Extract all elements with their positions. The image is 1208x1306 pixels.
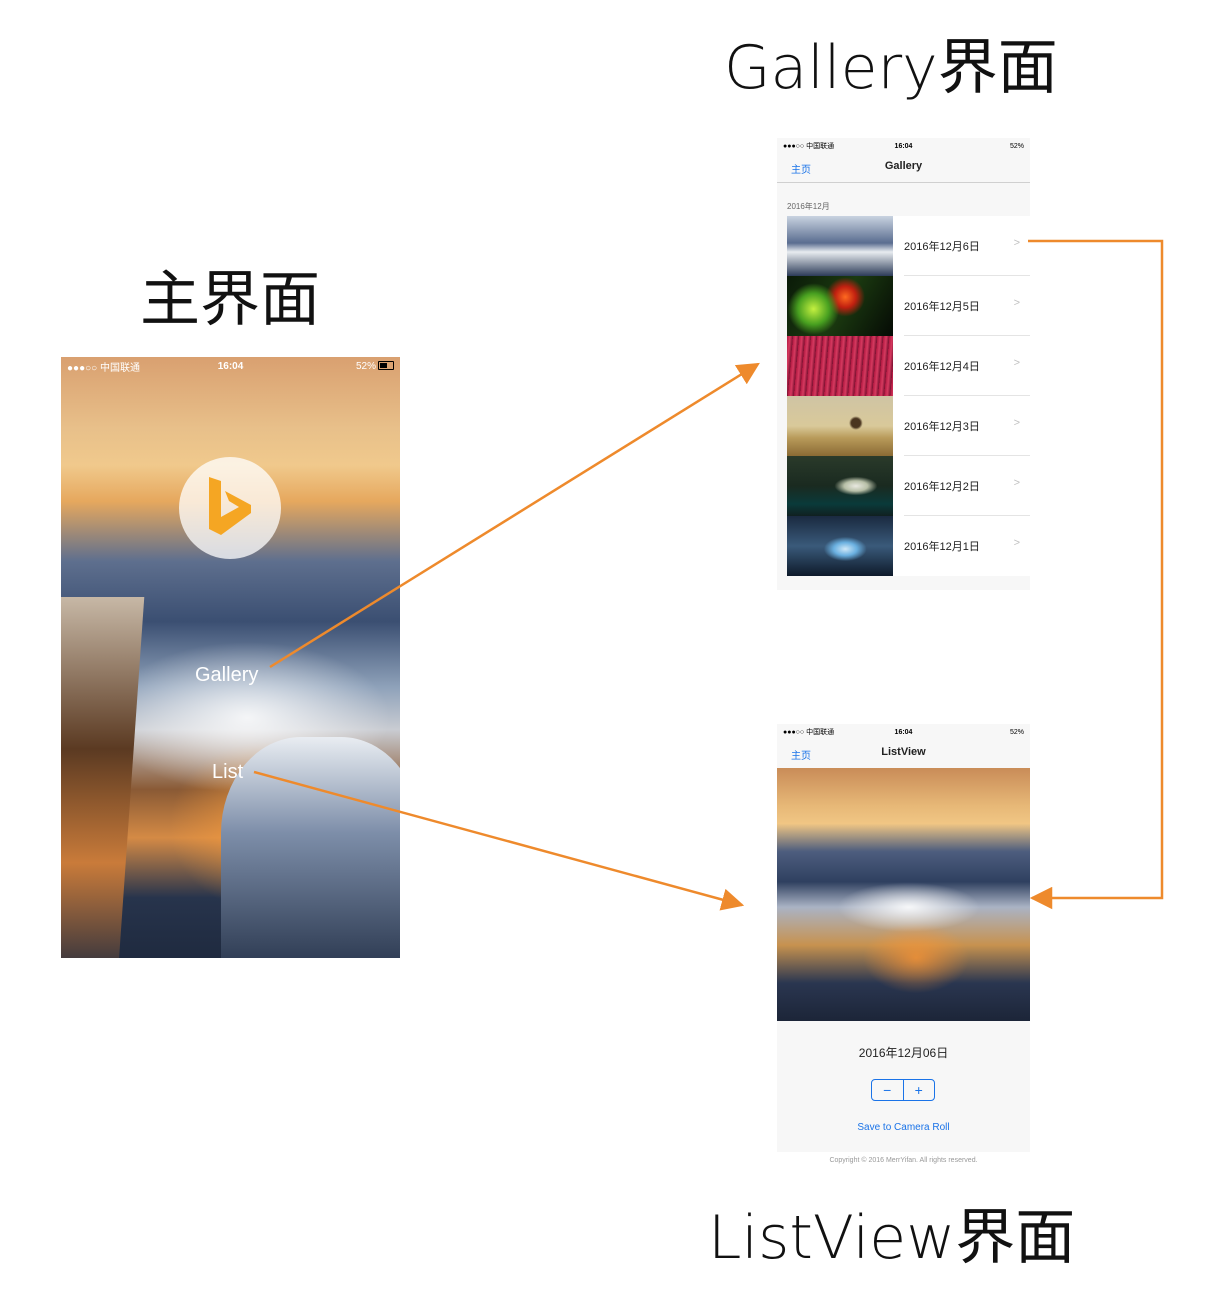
status-bar: ●●●○○ 中国联通 16:04 52% bbox=[777, 140, 1030, 152]
chevron-right-icon: > bbox=[1013, 357, 1020, 369]
list-link[interactable]: List bbox=[212, 761, 243, 784]
battery-indicator: 52% bbox=[1009, 142, 1024, 150]
row-date: 2016年12月5日 bbox=[904, 301, 980, 313]
chevron-right-icon: > bbox=[1013, 537, 1020, 549]
chevron-right-icon: > bbox=[1013, 237, 1020, 249]
thumbnail bbox=[787, 216, 893, 276]
navigation-bar: 主页 ListView bbox=[777, 738, 1030, 769]
listview-screen: ●●●○○ 中国联通 16:04 52% 主页 ListView 2016年12… bbox=[777, 724, 1030, 1152]
row-date: 2016年12月3日 bbox=[904, 421, 980, 433]
gallery-link[interactable]: Gallery bbox=[195, 664, 258, 687]
date-label: 2016年12月06日 bbox=[858, 1046, 949, 1060]
bing-b-icon bbox=[209, 477, 251, 535]
snowy-trees bbox=[221, 737, 400, 958]
list-item[interactable]: 2016年12月4日 > bbox=[787, 336, 1030, 396]
listview-screen-title: ListView界面 bbox=[708, 1203, 1076, 1273]
wallpaper-image bbox=[777, 768, 1030, 1021]
thumbnail bbox=[787, 396, 893, 456]
thumbnail bbox=[787, 276, 893, 336]
increment-button[interactable]: + bbox=[904, 1080, 935, 1100]
gallery-screen-title: Gallery界面 bbox=[724, 33, 1058, 103]
clock-text: 16:04 bbox=[894, 728, 913, 736]
row-date: 2016年12月2日 bbox=[904, 481, 980, 493]
cliff-left bbox=[61, 597, 145, 958]
section-header: 2016年12月 bbox=[787, 202, 830, 211]
battery-indicator: 52% bbox=[1009, 728, 1024, 736]
list-item[interactable]: 2016年12月1日 > bbox=[787, 516, 1030, 576]
chevron-right-icon: > bbox=[1013, 297, 1020, 309]
bing-logo bbox=[179, 457, 281, 559]
thumbnail bbox=[787, 516, 893, 576]
decrement-button[interactable]: − bbox=[872, 1080, 904, 1100]
list-item[interactable]: 2016年12月6日 > bbox=[787, 216, 1030, 276]
carrier-text: ●●●○○ 中国联通 bbox=[783, 143, 835, 150]
nav-title: ListView bbox=[881, 746, 926, 758]
list-item[interactable]: 2016年12月2日 > bbox=[787, 456, 1030, 516]
carrier-text: ●●●○○ 中国联通 bbox=[67, 362, 140, 374]
copyright-text: Copyright © 2016 MerrYifan. All rights r… bbox=[829, 1157, 978, 1164]
save-to-camera-roll-button[interactable]: Save to Camera Roll bbox=[777, 1122, 1030, 1133]
row-date: 2016年12月1日 bbox=[904, 541, 980, 553]
row-date: 2016年12月6日 bbox=[904, 241, 980, 253]
main-screen-title: 主界面 bbox=[140, 265, 320, 335]
clock-text: 16:04 bbox=[894, 142, 913, 150]
thumbnail bbox=[787, 456, 893, 516]
date-stepper[interactable]: − + bbox=[871, 1079, 935, 1101]
gallery-screen: ●●●○○ 中国联通 16:04 52% 主页 Gallery 2016年12月… bbox=[777, 138, 1030, 590]
nav-title: Gallery bbox=[884, 160, 923, 172]
arrow-row-to-listview bbox=[1028, 239, 1164, 910]
carrier-text: ●●●○○ 中国联通 bbox=[783, 729, 835, 736]
thumbnail bbox=[787, 336, 893, 396]
main-screen: ●●●○○ 中国联通 16:04 52% Gallery List bbox=[61, 357, 400, 958]
status-bar: ●●●○○ 中国联通 16:04 52% bbox=[61, 357, 400, 375]
status-bar: ●●●○○ 中国联通 16:04 52% bbox=[777, 726, 1030, 738]
list-item[interactable]: 2016年12月3日 > bbox=[787, 396, 1030, 456]
chevron-right-icon: > bbox=[1013, 477, 1020, 489]
battery-indicator: 52% bbox=[356, 361, 394, 372]
chevron-right-icon: > bbox=[1013, 417, 1020, 429]
clock-text: 16:04 bbox=[217, 360, 244, 372]
battery-icon bbox=[378, 361, 394, 371]
list-item[interactable]: 2016年12月5日 > bbox=[787, 276, 1030, 336]
row-date: 2016年12月4日 bbox=[904, 361, 980, 373]
navigation-bar: 主页 Gallery bbox=[777, 152, 1030, 183]
